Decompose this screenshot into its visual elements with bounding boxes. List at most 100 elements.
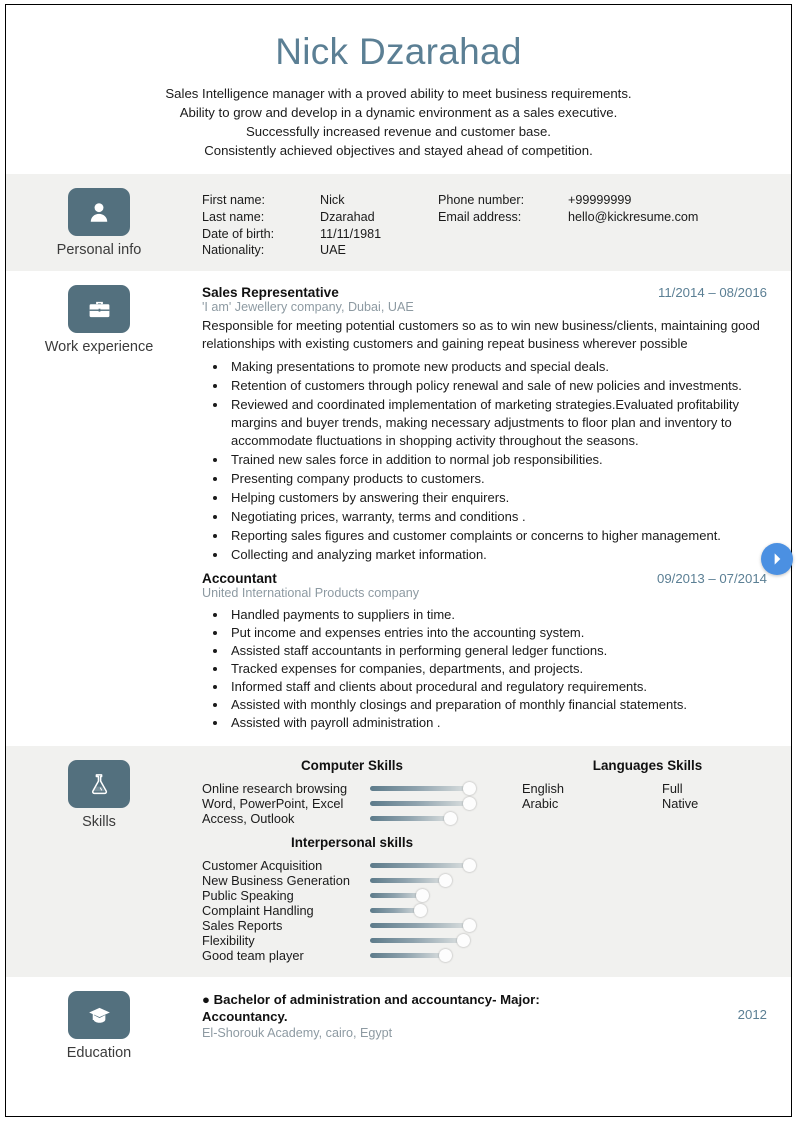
job-bullet: Tracked expenses for companies, departme…: [228, 660, 767, 678]
job-bullet: Reviewed and coordinated implementation …: [228, 396, 767, 450]
skill-row: Customer Acquisition: [202, 858, 502, 873]
personal-info-left-keys: First name: Last name: Date of birth: Na…: [202, 192, 320, 259]
skill-row: Sales Reports: [202, 918, 502, 933]
education-body: ● Bachelor of administration and account…: [192, 977, 791, 1052]
education-label: Education: [66, 1045, 132, 1062]
work-experience-body: Sales Representative 11/2014 – 08/2016 '…: [192, 271, 791, 746]
skill-bar: [370, 923, 473, 929]
job-bullet: Assisted with monthly closings and prepa…: [228, 696, 767, 714]
skill-meter: [370, 933, 482, 948]
field-value-first-name: Nick: [320, 193, 345, 208]
personal-info-left-values: Nick Dzarahad 11/11/1981 UAE: [320, 192, 438, 259]
job-bullet: Informed staff and clients about procedu…: [228, 678, 767, 696]
job-bullet: Negotiating prices, warranty, terms and …: [228, 508, 767, 526]
language-level: Native: [662, 796, 699, 812]
job-title: Sales Representative: [202, 285, 339, 301]
job-entry: Sales Representative 11/2014 – 08/2016 '…: [202, 285, 767, 563]
work-experience-label: Work experience: [44, 339, 154, 356]
language-name: English: [522, 781, 564, 797]
skill-knob: [463, 797, 477, 811]
skill-knob: [463, 859, 477, 873]
job-bullet: Assisted staff accountants in performing…: [228, 642, 767, 660]
skill-knob: [463, 919, 477, 933]
skill-name: Online research browsing: [202, 781, 348, 797]
skill-meter: [370, 948, 482, 963]
field-key-phone-number: Phone number:: [438, 193, 525, 208]
skill-bar: [370, 786, 473, 792]
skill-meter: [370, 873, 482, 888]
graduation-cap-icon: [68, 991, 130, 1040]
personal-info-right-block: Phone number: Email address: +99999999 h…: [438, 192, 698, 259]
education-year: 2012: [737, 1007, 767, 1023]
work-experience-side: Work experience: [6, 271, 192, 366]
section-work-experience: Work experience Sales Representative 11/…: [6, 271, 791, 747]
field-value-email-address: hello@kickresume.com: [568, 209, 699, 224]
skill-meter: [370, 903, 482, 918]
skill-knob: [456, 934, 470, 948]
job-bullet: Handled payments to suppliers in time.: [228, 606, 767, 624]
skill-meter: [370, 918, 482, 933]
skill-bar: [370, 816, 454, 822]
skill-name: Public Speaking: [202, 888, 294, 904]
education-degree: ● Bachelor of administration and account…: [202, 992, 540, 1025]
language-row: English Full: [522, 781, 773, 796]
resume-sheet: Nick Dzarahad Sales Intelligence manager…: [5, 4, 792, 1117]
skill-knob: [438, 874, 452, 888]
job-bullet-list: Handled payments to suppliers in time. P…: [202, 606, 767, 732]
skill-name: New Business Generation: [202, 873, 350, 889]
languages-skills-heading: Languages Skills: [592, 758, 703, 774]
education-school: El-Shorouk Academy, cairo, Egypt: [202, 1026, 393, 1041]
job-title: Accountant: [202, 571, 277, 587]
personal-info-body: First name: Last name: Date of birth: Na…: [192, 174, 791, 271]
job-bullet: Collecting and analyzing market informat…: [228, 546, 767, 564]
skill-bar: [370, 801, 473, 807]
field-key-email-address: Email address:: [438, 209, 522, 224]
personal-info-left-block: First name: Last name: Date of birth: Na…: [202, 192, 438, 259]
job-dates: 09/2013 – 07/2014: [656, 571, 767, 587]
skill-name: Good team player: [202, 948, 304, 964]
skill-meter: [370, 781, 482, 796]
personal-info-side: Personal info: [6, 174, 192, 269]
resume-page-canvas: Nick Dzarahad Sales Intelligence manager…: [0, 0, 797, 1123]
language-level: Full: [662, 781, 683, 797]
job-bullet: Trained new sales force in addition to n…: [228, 451, 767, 469]
summary-line-2: Ability to grow and develop in a dynamic…: [179, 104, 618, 120]
summary-line-1: Sales Intelligence manager with a proved…: [165, 85, 632, 101]
skills-label: Skills: [82, 814, 116, 831]
briefcase-icon: [68, 285, 130, 334]
skill-bar: [370, 878, 449, 884]
section-education: Education ● Bachelor of administration a…: [6, 977, 791, 1073]
chevron-right-icon: [774, 553, 781, 565]
resume-header: Nick Dzarahad Sales Intelligence manager…: [6, 5, 791, 175]
section-personal-info: Personal info First name: Last name: Dat…: [6, 174, 791, 272]
skill-bar: [370, 863, 473, 869]
skill-meter: [370, 888, 482, 903]
skill-meter: [370, 858, 482, 873]
skill-row: Word, PowerPoint, Excel: [202, 796, 502, 811]
next-page-button[interactable]: [761, 543, 793, 575]
skill-knob: [416, 889, 430, 903]
skill-row: Access, Outlook: [202, 811, 502, 826]
field-key-last-name: Last name:: [202, 209, 265, 224]
skill-name: Flexibility: [202, 933, 255, 949]
education-side: Education: [6, 977, 192, 1072]
job-company: United International Products company: [202, 586, 420, 601]
field-value-date-of-birth: 11/11/1981: [320, 226, 382, 241]
interpersonal-skills-heading: Interpersonal skills: [290, 835, 414, 851]
computer-skills-heading: Computer Skills: [301, 758, 403, 774]
field-key-nationality: Nationality:: [202, 243, 265, 258]
skill-name: Access, Outlook: [202, 811, 295, 827]
job-bullet: Reporting sales figures and customer com…: [228, 527, 767, 545]
skill-row: Complaint Handling: [202, 903, 502, 918]
interpersonal-skills-group: Interpersonal skills Customer Acquisitio…: [202, 835, 502, 963]
job-entry: Accountant 09/2013 – 07/2014 United Inte…: [202, 571, 767, 732]
skill-bar: [370, 938, 467, 944]
job-bullet: Presenting company products to customers…: [228, 470, 767, 488]
job-description: Responsible for meeting potential custom…: [202, 318, 760, 351]
summary-line-3: Successfully increased revenue and custo…: [246, 123, 551, 139]
candidate-name: Nick Dzarahad: [275, 31, 522, 72]
skill-knob: [414, 904, 428, 918]
field-value-nationality: UAE: [320, 243, 346, 258]
job-bullet-list: Making presentations to promote new prod…: [202, 358, 767, 563]
field-value-last-name: Dzarahad: [320, 209, 375, 224]
